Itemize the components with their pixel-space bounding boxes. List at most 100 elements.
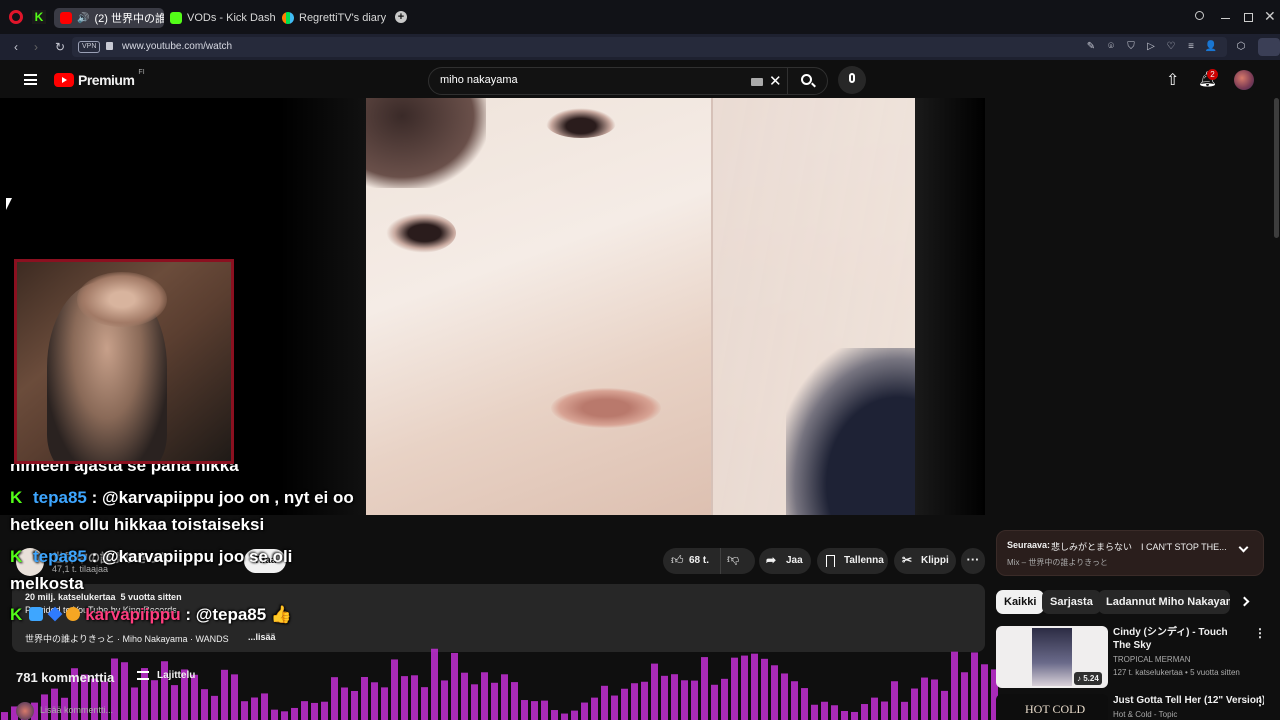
chat-text: : @karvapiippu joo on , nyt ei oo [91,488,354,507]
tab-letterboxd[interactable]: RegrettiTV's diary • Letterb [282,8,386,28]
visualizer-bar [781,673,788,720]
visualizer-bar [761,658,768,720]
chat-message-continuation: melkosta [10,574,84,594]
kick-badge-icon: K [10,547,23,566]
search-button[interactable] [787,67,828,95]
url-text[interactable]: www.youtube.com/watch [122,41,232,52]
account-avatar[interactable] [1234,70,1254,90]
visualizer-bar [541,700,548,720]
up-next-label: Seuraava: [1007,540,1051,550]
hamburger-menu-icon[interactable] [24,74,37,85]
restore-icon[interactable] [1244,13,1253,22]
visualizer-bar [451,652,458,720]
reload-icon[interactable]: ↻ [52,37,68,57]
extensions-icon[interactable]: ⬡ [1234,37,1248,57]
chat-username: tepa85 [33,488,87,507]
recommendation-item[interactable]: ♪ 5.24 Cindy (シンディ) - Touch The Sky TROP… [996,626,1266,688]
sort-label: Lajittelu [157,670,196,681]
visualizer-bar [691,680,698,720]
visualizer-bar [571,710,578,720]
save-button[interactable]: Tallenna [817,548,888,574]
player-right-shade [915,98,985,515]
visualizer-bar [351,690,358,720]
visualizer-bar [261,693,268,720]
album-cover-image [366,98,915,515]
chip-from-series[interactable]: Sarjasta [1042,590,1101,614]
vpn-badge[interactable]: VPN [78,41,101,53]
left-eye-shape [546,108,616,138]
visualizer-bar [871,697,878,720]
visualizer-bar [381,687,388,720]
visualizer-bar [201,689,208,720]
recommendation-item[interactable]: HOT COLD Just Gotta Tell Her (12" Versio… [996,694,1264,720]
chip-uploaded-by[interactable]: Ladannut Miho Nakayama - T [1098,590,1230,614]
heart-icon[interactable]: ♡ [1164,37,1178,57]
youtube-favicon-icon [60,12,72,24]
save-label: Tallenna [844,555,884,566]
tab-search-icon[interactable] [1195,11,1204,20]
chevron-down-icon[interactable] [1238,542,1249,553]
like-button[interactable]: 👍︎ 68 t. [663,548,721,574]
page-scrollbar[interactable] [1274,98,1279,238]
visualizer-bar [771,665,778,720]
up-next-panel[interactable]: Seuraava: 悲しみがとまらない I CAN'T STOP THE... … [996,530,1264,576]
visualizer-bar [971,652,978,720]
clip-button[interactable]: ✂ Klippi [894,548,956,574]
clip-label: Klippi [921,555,949,566]
visualizer-bar [911,688,918,720]
profile-icon[interactable]: 👤 [1204,37,1218,57]
visualizer-bar [651,663,658,720]
comment-count: 781 kommenttia [16,670,115,685]
url-field[interactable]: VPN www.youtube.com/watch ✎ ⌾ ⛉ ▷ ♡ ≡ 👤 [72,37,1227,57]
more-actions-icon[interactable]: ··· [961,548,985,574]
audio-visualizer [1,648,998,720]
forward-icon[interactable]: › [28,37,44,57]
voice-search-button[interactable] [838,66,866,94]
share-button[interactable]: ➦ Jaa [759,548,811,574]
upload-icon[interactable]: ⇧ [1166,70,1179,90]
recommendation-title: Cindy (シンディ) - Touch The Sky [1113,627,1228,651]
opera-logo-icon[interactable] [9,10,23,24]
add-comment-input[interactable]: Lisää kommentti... [40,705,113,715]
premium-label: Premium [78,72,135,88]
visualizer-bar [521,700,528,720]
dislike-button[interactable]: 👎︎ [727,552,739,567]
minimize-icon[interactable] [1221,18,1230,19]
more-options-icon[interactable]: ⋮ [1254,694,1264,708]
edit-icon[interactable]: ✎ [1084,37,1098,57]
kick-sidebar-icon[interactable]: K [32,10,46,24]
shield-icon[interactable]: ⛉ [1124,37,1138,57]
recommendation-meta: 127 t. katselukertaa • 5 vuotta sitten [1113,668,1240,677]
visualizer-bar [511,682,518,720]
visualizer-bar [921,677,928,720]
visualizer-bar [491,682,498,720]
gem-badge-icon [47,606,63,622]
visualizer-bar [841,710,848,720]
chip-all[interactable]: Kaikki [996,590,1045,614]
clear-search-icon[interactable]: ✕ [769,72,782,90]
chips-next-icon[interactable] [1239,596,1250,607]
visualizer-bar [411,675,418,720]
visualizer-bar [801,688,808,720]
camera-icon[interactable]: ⌾ [1104,37,1118,57]
youtube-logo[interactable]: Premium FI [54,69,145,88]
more-options-icon[interactable]: ⋮ [1254,626,1266,640]
visualizer-bar [481,672,488,720]
lips-shape [551,388,661,428]
speaker-icon[interactable]: 🔊 [77,13,89,24]
aria-ai-icon[interactable] [1258,38,1280,56]
visualizer-bar [501,674,508,720]
visualizer-bar [701,657,708,720]
back-icon[interactable]: ‹ [8,37,24,57]
tab-youtube[interactable]: 🔊 (2) 世界中の誰よりきっと [54,8,164,28]
close-window-icon[interactable]: ✕ [1264,8,1276,25]
play-icon[interactable]: ▷ [1144,37,1158,57]
keyboard-icon[interactable] [751,78,763,86]
new-tab-icon[interactable]: + [395,11,407,23]
visualizer-bar [241,701,248,720]
chat-message: K tepa85 : @karvapiippu joo se oli [10,547,292,567]
letterboxd-favicon-icon [282,12,294,24]
search-input[interactable]: miho nakayama [440,74,518,86]
menu-icon[interactable]: ≡ [1184,37,1198,57]
tab-kick-dashboard[interactable]: VODs - Kick Dashboard [170,8,275,28]
